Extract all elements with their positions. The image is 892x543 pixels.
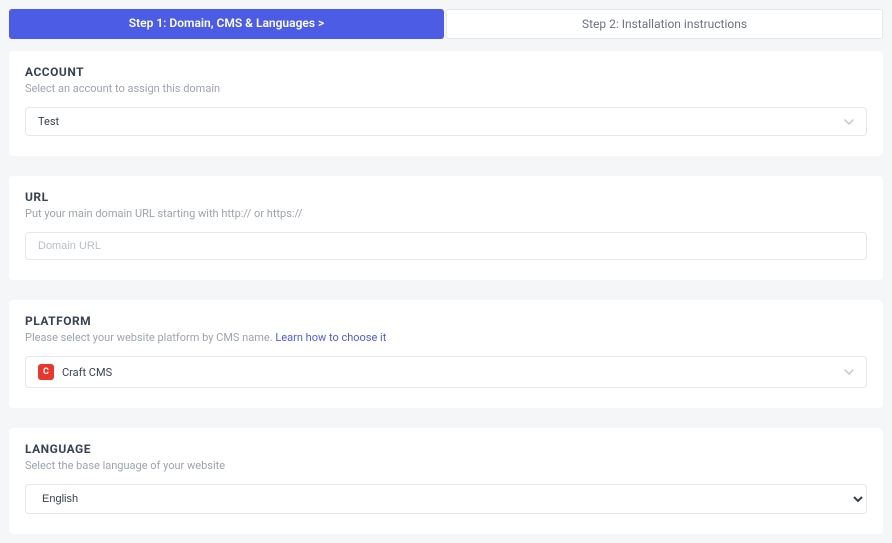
url-title: URL bbox=[25, 190, 867, 204]
platform-select[interactable]: C Craft CMS bbox=[25, 356, 867, 388]
account-desc: Select an account to assign this domain bbox=[25, 82, 867, 95]
url-input[interactable] bbox=[25, 232, 867, 260]
language-title: LANGUAGE bbox=[25, 442, 867, 456]
language-desc: Select the base language of your website bbox=[25, 459, 867, 472]
platform-title: PLATFORM bbox=[25, 314, 867, 328]
platform-desc-text: Please select your website platform by C… bbox=[25, 331, 275, 344]
tab-step1[interactable]: Step 1: Domain, CMS & Languages > bbox=[9, 9, 444, 39]
platform-select-value: Craft CMS bbox=[62, 366, 836, 379]
account-select-value: Test bbox=[38, 115, 836, 128]
language-select[interactable]: English bbox=[25, 484, 867, 514]
platform-badge-icon: C bbox=[38, 364, 54, 380]
platform-card: PLATFORM Please select your website plat… bbox=[9, 300, 883, 408]
account-title: ACCOUNT bbox=[25, 65, 867, 79]
language-card: LANGUAGE Select the base language of you… bbox=[9, 428, 883, 534]
url-card: URL Put your main domain URL starting wi… bbox=[9, 176, 883, 280]
chevron-down-icon bbox=[844, 367, 854, 377]
platform-learn-link[interactable]: Learn how to choose it bbox=[275, 331, 386, 344]
platform-desc: Please select your website platform by C… bbox=[25, 331, 867, 344]
chevron-down-icon bbox=[844, 117, 854, 127]
url-desc: Put your main domain URL starting with h… bbox=[25, 207, 867, 220]
account-select[interactable]: Test bbox=[25, 107, 867, 136]
tab-step2[interactable]: Step 2: Installation instructions bbox=[446, 9, 883, 39]
account-card: ACCOUNT Select an account to assign this… bbox=[9, 51, 883, 156]
wizard-tabs: Step 1: Domain, CMS & Languages > Step 2… bbox=[9, 9, 883, 39]
